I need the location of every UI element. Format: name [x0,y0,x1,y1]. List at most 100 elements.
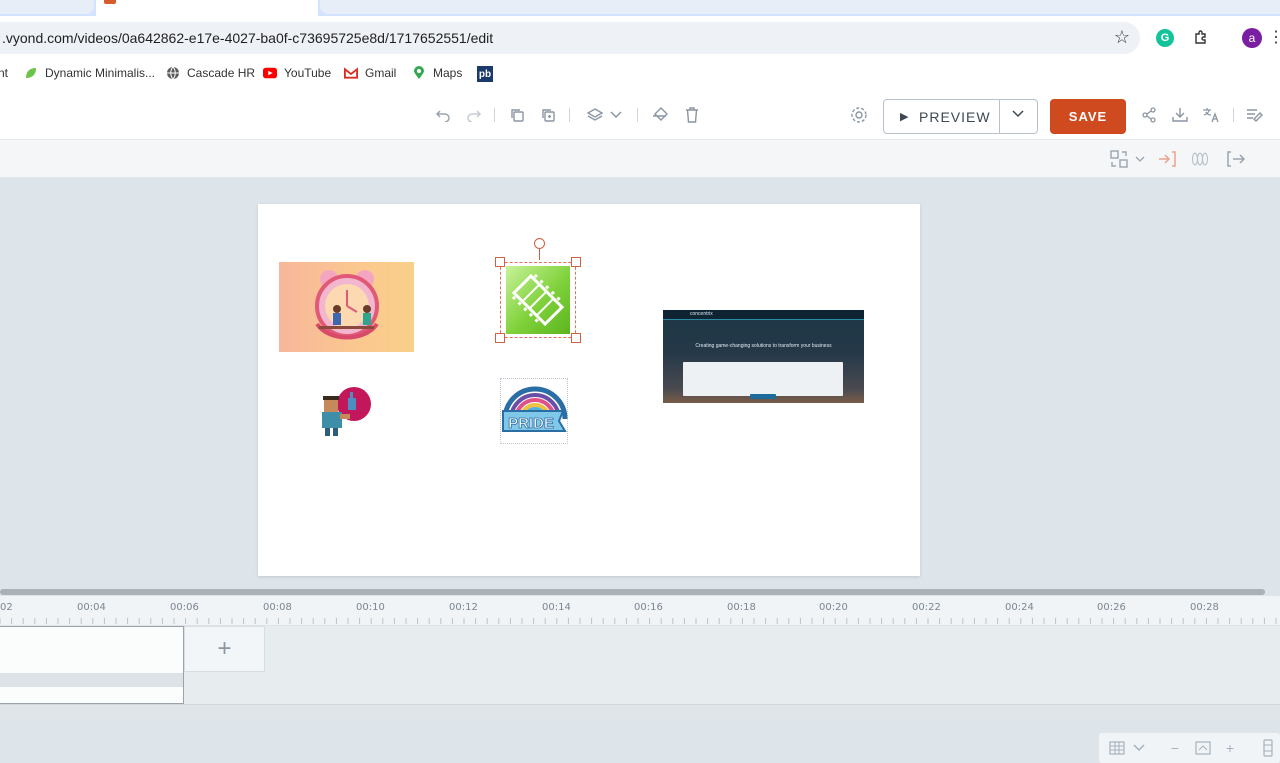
leaf-icon [24,66,38,80]
timeline-tick-label: 00:10 [356,602,385,613]
trash-icon[interactable] [683,106,701,124]
enter-effect-icon[interactable] [1157,149,1177,169]
bookmark-item[interactable]: YouTube [263,66,331,80]
scene-thumbnail[interactable] [0,626,184,704]
settings-gear-icon[interactable] [850,106,868,124]
alarm-clock-couple-image[interactable] [279,262,414,352]
share-icon[interactable] [1140,106,1158,124]
browser-tab-strip [0,0,1280,16]
timeline-tick-label: 00:28 [1190,602,1219,613]
undo-icon[interactable] [434,106,452,124]
resize-handle-top-left[interactable] [495,257,505,267]
timeline-toggle-icon[interactable] [1259,739,1277,757]
duplicate-icon[interactable] [539,106,557,124]
zoom-controls: − + [1099,733,1280,763]
rotate-handle-stem [539,249,540,260]
scene-actions-bar [0,140,1280,178]
swap-layout-icon[interactable] [1109,149,1129,169]
timeline-tick-label: 00:14 [542,602,571,613]
timeline-bottom-bar [0,704,1280,720]
exit-effect-icon[interactable] [1226,149,1246,169]
download-icon[interactable] [1171,106,1189,124]
copy-icon[interactable] [508,106,526,124]
browser-tab-previous[interactable] [0,0,94,14]
timeline-tick-marks [0,618,1277,624]
gmail-icon [344,66,358,80]
bookmark-item[interactable]: Cascade HR [166,66,255,80]
grid-chevron-down-icon[interactable] [1130,739,1148,757]
vyond-favicon-icon [104,0,116,4]
website-screenshot-image[interactable]: concentrix Creating game-changing soluti… [663,310,864,403]
timeline-tick-label: 00:24 [1005,602,1034,613]
scene-canvas[interactable]: PRIDE concentrix Creating game-changing … [258,204,920,576]
timeline-tick-label: 00:26 [1097,602,1126,613]
translate-icon[interactable] [1202,106,1220,124]
add-scene-button[interactable]: + [184,626,265,672]
preview-button[interactable]: ▶ PREVIEW [883,99,1038,134]
timeline-tick-label: 00:12 [449,602,478,613]
fit-screen-icon[interactable] [1194,739,1212,757]
save-button[interactable]: SAVE [1050,99,1126,134]
timeline-scrollbar[interactable] [0,589,1265,595]
film-strip-image[interactable] [495,257,581,343]
browser-menu-icon[interactable]: ⋮ [1266,27,1280,47]
resize-handle-bottom-right[interactable] [571,333,581,343]
preview-chevron-down-icon[interactable] [1012,107,1024,121]
stage-area: PRIDE concentrix Creating game-changing … [0,179,1280,763]
paint-bucket-icon[interactable] [652,106,670,124]
swap-chevron-down-icon[interactable] [1130,149,1150,169]
timeline-tick-label: 00:06 [170,602,199,613]
layers-icon[interactable] [586,106,604,124]
toolbar-divider [494,108,495,122]
timeline-track: + [0,626,1280,720]
zoom-out-icon[interactable]: − [1166,739,1184,757]
selection-box [500,262,576,338]
toolbar-divider [637,108,638,122]
redo-icon[interactable] [465,106,483,124]
url-text[interactable]: .vyond.com/videos/0a642862-e17e-4027-ba0… [2,30,493,46]
globe-icon [166,66,180,80]
timeline-tick-label: 00:18 [727,602,756,613]
zoom-in-icon[interactable]: + [1221,739,1239,757]
bookmark-star-icon[interactable]: ☆ [1114,27,1130,48]
bookmark-item[interactable]: Dynamic Minimalis... [24,66,155,80]
profile-avatar[interactable]: a [1242,28,1262,48]
bookmark-label: Maps [433,66,463,80]
thumbs-up-person-image[interactable] [318,384,374,440]
screenshot-panel [683,362,843,396]
bookmark-item[interactable]: pb [477,66,500,82]
timeline-tick-label: 00:16 [634,602,663,613]
layers-chevron-down-icon[interactable] [607,106,625,124]
resize-handle-top-right[interactable] [571,257,581,267]
timeline-tick-label: 00:22 [912,602,941,613]
bookmark-label: YouTube [284,66,332,80]
edit-notes-icon[interactable] [1246,106,1264,124]
bookmark-item[interactable]: nt [0,66,8,80]
extensions-puzzle-icon[interactable] [1191,27,1211,47]
browser-tab-active[interactable] [96,0,318,16]
bookmarks-bar: nt Dynamic Minimalis... Cascade HR YouTu… [0,60,1280,88]
screenshot-headline: Creating game-changing solutions to tran… [695,343,832,349]
preview-label: PREVIEW [919,109,991,125]
pride-text: PRIDE [508,415,554,432]
scene-thumbnail-strip [0,673,183,687]
browser-address-row: .vyond.com/videos/0a642862-e17e-4027-ba0… [0,16,1280,60]
pride-rainbow-image[interactable]: PRIDE [500,378,568,444]
address-bar[interactable]: .vyond.com/videos/0a642862-e17e-4027-ba0… [0,22,1140,54]
editor-toolbar: ▶ PREVIEW SAVE [0,88,1280,140]
timeline-ruler[interactable]: 02 00:04 00:06 00:08 00:10 00:12 00:14 0… [0,596,1280,626]
timeline-tick-label: 00:08 [263,602,292,613]
resize-handle-bottom-left[interactable] [495,333,505,343]
toolbar-divider [1233,108,1234,122]
toolbar-divider [569,108,570,122]
bookmark-item[interactable]: Maps [412,66,462,80]
bookmark-label: Gmail [365,66,397,80]
grammarly-extension-icon[interactable]: G [1156,29,1174,47]
motion-path-icon[interactable] [1190,149,1210,169]
bookmark-item[interactable]: Gmail [344,66,396,80]
grid-icon[interactable] [1108,739,1126,757]
screenshot-brand: concentrix [690,311,713,317]
maps-pin-icon [412,66,426,80]
rotate-handle[interactable] [534,238,545,249]
timeline-tick-label: 00:04 [77,602,106,613]
